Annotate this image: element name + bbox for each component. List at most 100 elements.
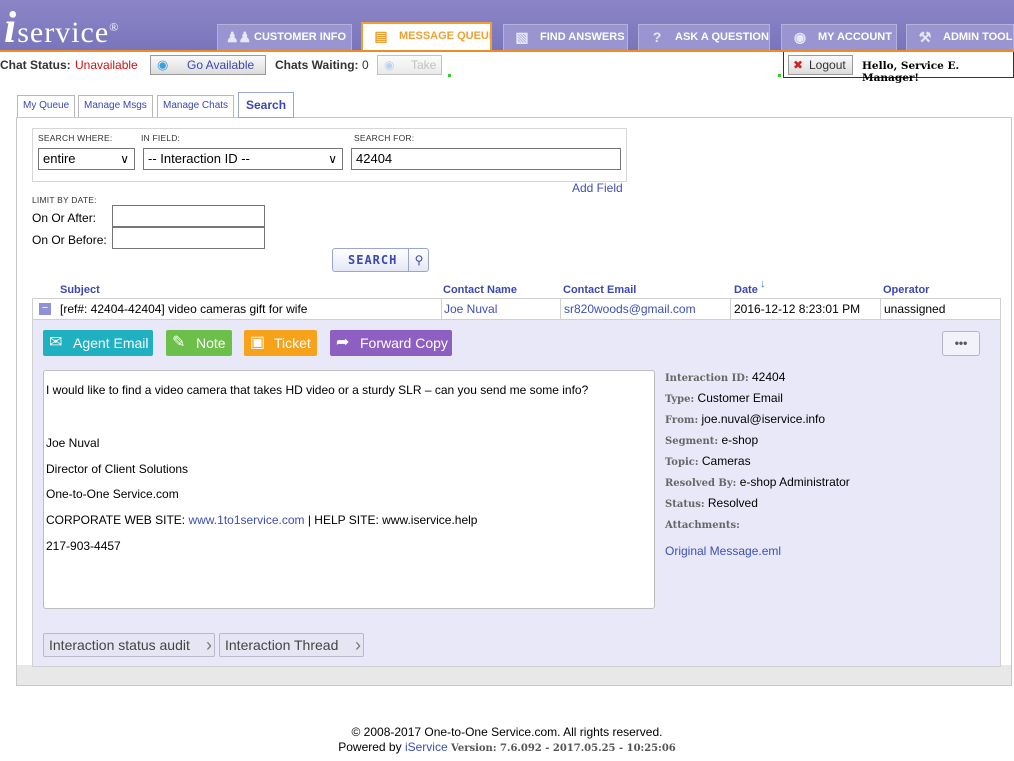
nav-tab-label: ASK A QUESTION [675,31,769,43]
search-where-select[interactable]: entire ∨ [38,148,135,170]
in-field-label: IN FIELD: [141,133,181,143]
ticket-button[interactable]: ▣ Ticket [244,330,317,356]
audit-label: Interaction status audit [49,637,190,653]
help-site-label: | HELP SITE: www.iservice.help [307,513,478,527]
forward-copy-button[interactable]: ➦ Forward Copy [330,330,452,356]
attachment-link[interactable]: Original Message.eml [665,544,781,558]
envelope-icon: ✉ [49,334,63,351]
logo-text: service [17,16,110,49]
nav-tab-my-account[interactable]: ◉ MY ACCOUNT [781,24,897,50]
table-row[interactable]: − [ref#: 42404-42404] video cameras gift… [32,298,1001,320]
meta-segment: Segment: e-shop [665,433,758,447]
more-options-button[interactable]: ••• [942,331,980,356]
status-indicator [448,74,451,77]
chevron-down-icon: ∨ [120,152,129,166]
message-signature-name: Joe Nuval [46,436,100,450]
pencil-note-icon: ✎ [172,334,186,351]
logout-label: Logout [809,58,846,72]
meta-status: Status: Resolved [665,496,758,510]
row-contact-name[interactable]: Joe Nuval [444,302,497,316]
forward-copy-label: Forward Copy [360,335,448,351]
iservice-logo: iservice® [4,2,119,50]
limit-by-date-label: LIMIT BY DATE: [32,195,97,205]
go-available-button[interactable]: ◉ Go Available [150,55,266,75]
row-contact-email[interactable]: sr820woods@gmail.com [564,302,696,316]
logout-icon: ✖ [793,58,804,72]
search-for-input[interactable]: 42404 [351,148,621,170]
chats-waiting-label: Chats Waiting: [275,58,359,72]
sort-az-icon[interactable]: ↓ [760,278,766,290]
eye-icon: ◉ [793,29,807,45]
column-operator[interactable]: Operator [883,284,929,296]
forward-arrow-icon: ➦ [336,334,350,351]
subtab-manage-chats[interactable]: Manage Chats [157,95,235,117]
chats-waiting-value: 0 [362,58,369,72]
interaction-status-audit-tab[interactable]: Interaction status audit › [43,633,215,657]
add-field-link[interactable]: Add Field [572,181,623,195]
column-contact-name[interactable]: Contact Name [443,284,517,296]
book-icon: ▧ [515,29,529,45]
column-divider [880,299,881,319]
iservice-link[interactable]: iService [405,740,448,754]
nav-tab-message-queue[interactable]: ▤ MESSAGE QUEUE [361,22,492,50]
meta-type: Type: Customer Email [665,391,783,405]
meta-value: 42404 [752,370,786,384]
on-or-before-input[interactable] [112,227,265,249]
subtab-my-queue[interactable]: My Queue [17,95,76,117]
message-websites: CORPORATE WEB SITE: www.1to1service.com … [46,513,477,527]
in-field-select[interactable]: -- Interaction ID -- ∨ [143,148,343,170]
search-where-label: SEARCH WHERE: [38,133,113,143]
powered-by-label: Powered by [338,740,402,754]
chat-status-label: Chat Status: [0,58,71,72]
meta-value: joe.nuval@iservice.info [701,412,826,426]
meta-label: From: [665,415,699,426]
on-or-after-label: On Or After: [32,211,97,225]
nav-tab-label: ADMIN TOOLS [943,31,1014,43]
meta-value: Customer Email [697,391,783,405]
message-signature-title: Director of Client Solutions [46,462,189,476]
column-date[interactable]: Date [734,284,758,296]
nav-tab-label: FIND ANSWERS [540,31,625,43]
nav-tab-ask-a-question[interactable]: ? ASK A QUESTION [638,24,770,50]
nav-tab-admin-tools[interactable]: ⚒ ADMIN TOOLS [906,24,1014,50]
meta-attachments: Attachments: [665,517,740,531]
meta-resolved-by: Resolved By: e-shop Administrator [665,475,850,489]
meta-label: Status: [665,499,705,510]
interaction-thread-tab[interactable]: Interaction Thread › [219,633,364,657]
corporate-site-label: CORPORATE WEB SITE: [46,513,186,527]
search-button[interactable]: SEARCH ⚲ [332,248,429,272]
column-contact-email[interactable]: Contact Email [563,284,636,296]
nav-tab-label: CUSTOMER INFO [254,31,347,43]
nav-tab-label: MY ACCOUNT [818,31,892,43]
column-subject[interactable]: Subject [60,284,100,296]
message-signature-company: One-to-One Service.com [46,487,179,501]
meta-label: Topic: [665,457,699,468]
on-or-after-input[interactable] [112,205,265,227]
corporate-site-link[interactable]: www.1to1service.com [188,513,304,527]
thread-label: Interaction Thread [225,637,339,653]
take-chat-button[interactable]: ◉ Take [377,55,442,75]
panel-footer-strip [16,665,1012,686]
nav-tab-customer-info[interactable]: ♟♟ CUSTOMER INFO [217,24,352,50]
meta-label: Type: [665,394,695,405]
subtab-search[interactable]: Search [238,92,295,118]
nav-tab-find-answers[interactable]: ▧ FIND ANSWERS [503,24,628,50]
chat-bubble-icon: ◉ [157,57,169,72]
ticket-icon: ▣ [250,334,266,351]
document-stack-icon: ▤ [374,28,388,44]
column-divider [560,299,561,319]
magnifier-icon: ⚲ [408,249,429,271]
row-operator: unassigned [884,302,946,316]
note-button[interactable]: ✎ Note [166,330,232,356]
footer-powered-by: Powered by iService Version: 7.6.092 - 2… [0,740,1014,754]
chevron-down-icon: ∨ [328,152,337,166]
collapse-row-icon[interactable]: − [39,303,51,315]
subtab-manage-msgs[interactable]: Manage Msgs [78,95,153,117]
agent-email-button[interactable]: ✉ Agent Email [43,330,153,356]
meta-from: From: joe.nuval@iservice.info [665,412,825,426]
agent-email-label: Agent Email [73,335,149,351]
meta-value: Cameras [701,454,751,468]
meta-label: Resolved By: [665,478,737,489]
logo-registered: ® [109,20,120,34]
logout-button[interactable]: ✖ Logout [788,55,853,75]
